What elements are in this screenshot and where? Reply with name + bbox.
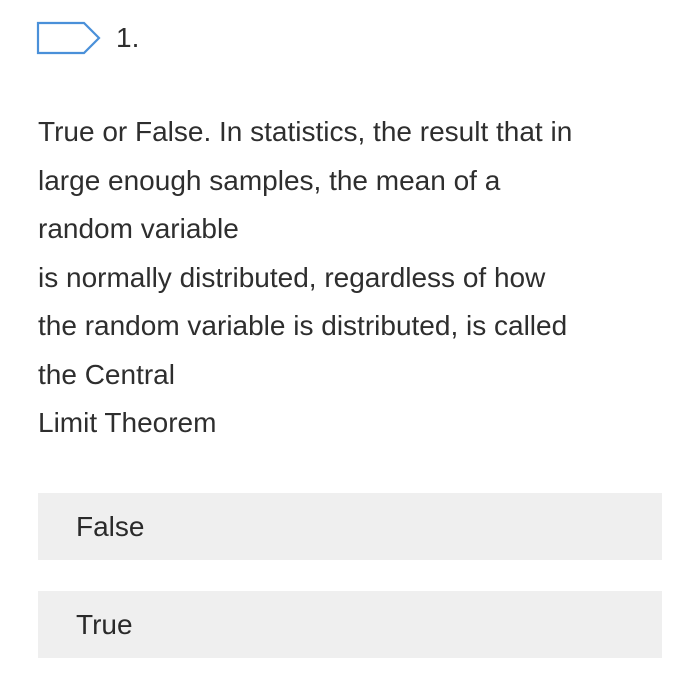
question-text-line: the Central: [38, 358, 175, 390]
answer-option-label: False: [76, 510, 145, 542]
question-text-line: random variable: [38, 213, 239, 244]
question-text-line: the random variable is distributed, is c…: [38, 310, 568, 341]
flag-outline-icon[interactable]: [36, 21, 102, 55]
question-number: 1.: [116, 22, 140, 53]
question-text: True or False. In statistics, the result…: [38, 108, 668, 448]
question-text-line: Limit Theorem: [38, 407, 217, 438]
question-header: 1.: [36, 20, 139, 56]
question-text-line: True or False. In statistics, the result…: [38, 116, 573, 147]
answer-option-label: True: [76, 608, 133, 640]
answer-option-false[interactable]: False: [38, 493, 662, 560]
answer-option-true[interactable]: True: [38, 591, 662, 658]
question-text-line: is normally distributed, regardless of h…: [38, 261, 546, 293]
question-text-line: large enough samples, the mean of a: [38, 164, 501, 196]
